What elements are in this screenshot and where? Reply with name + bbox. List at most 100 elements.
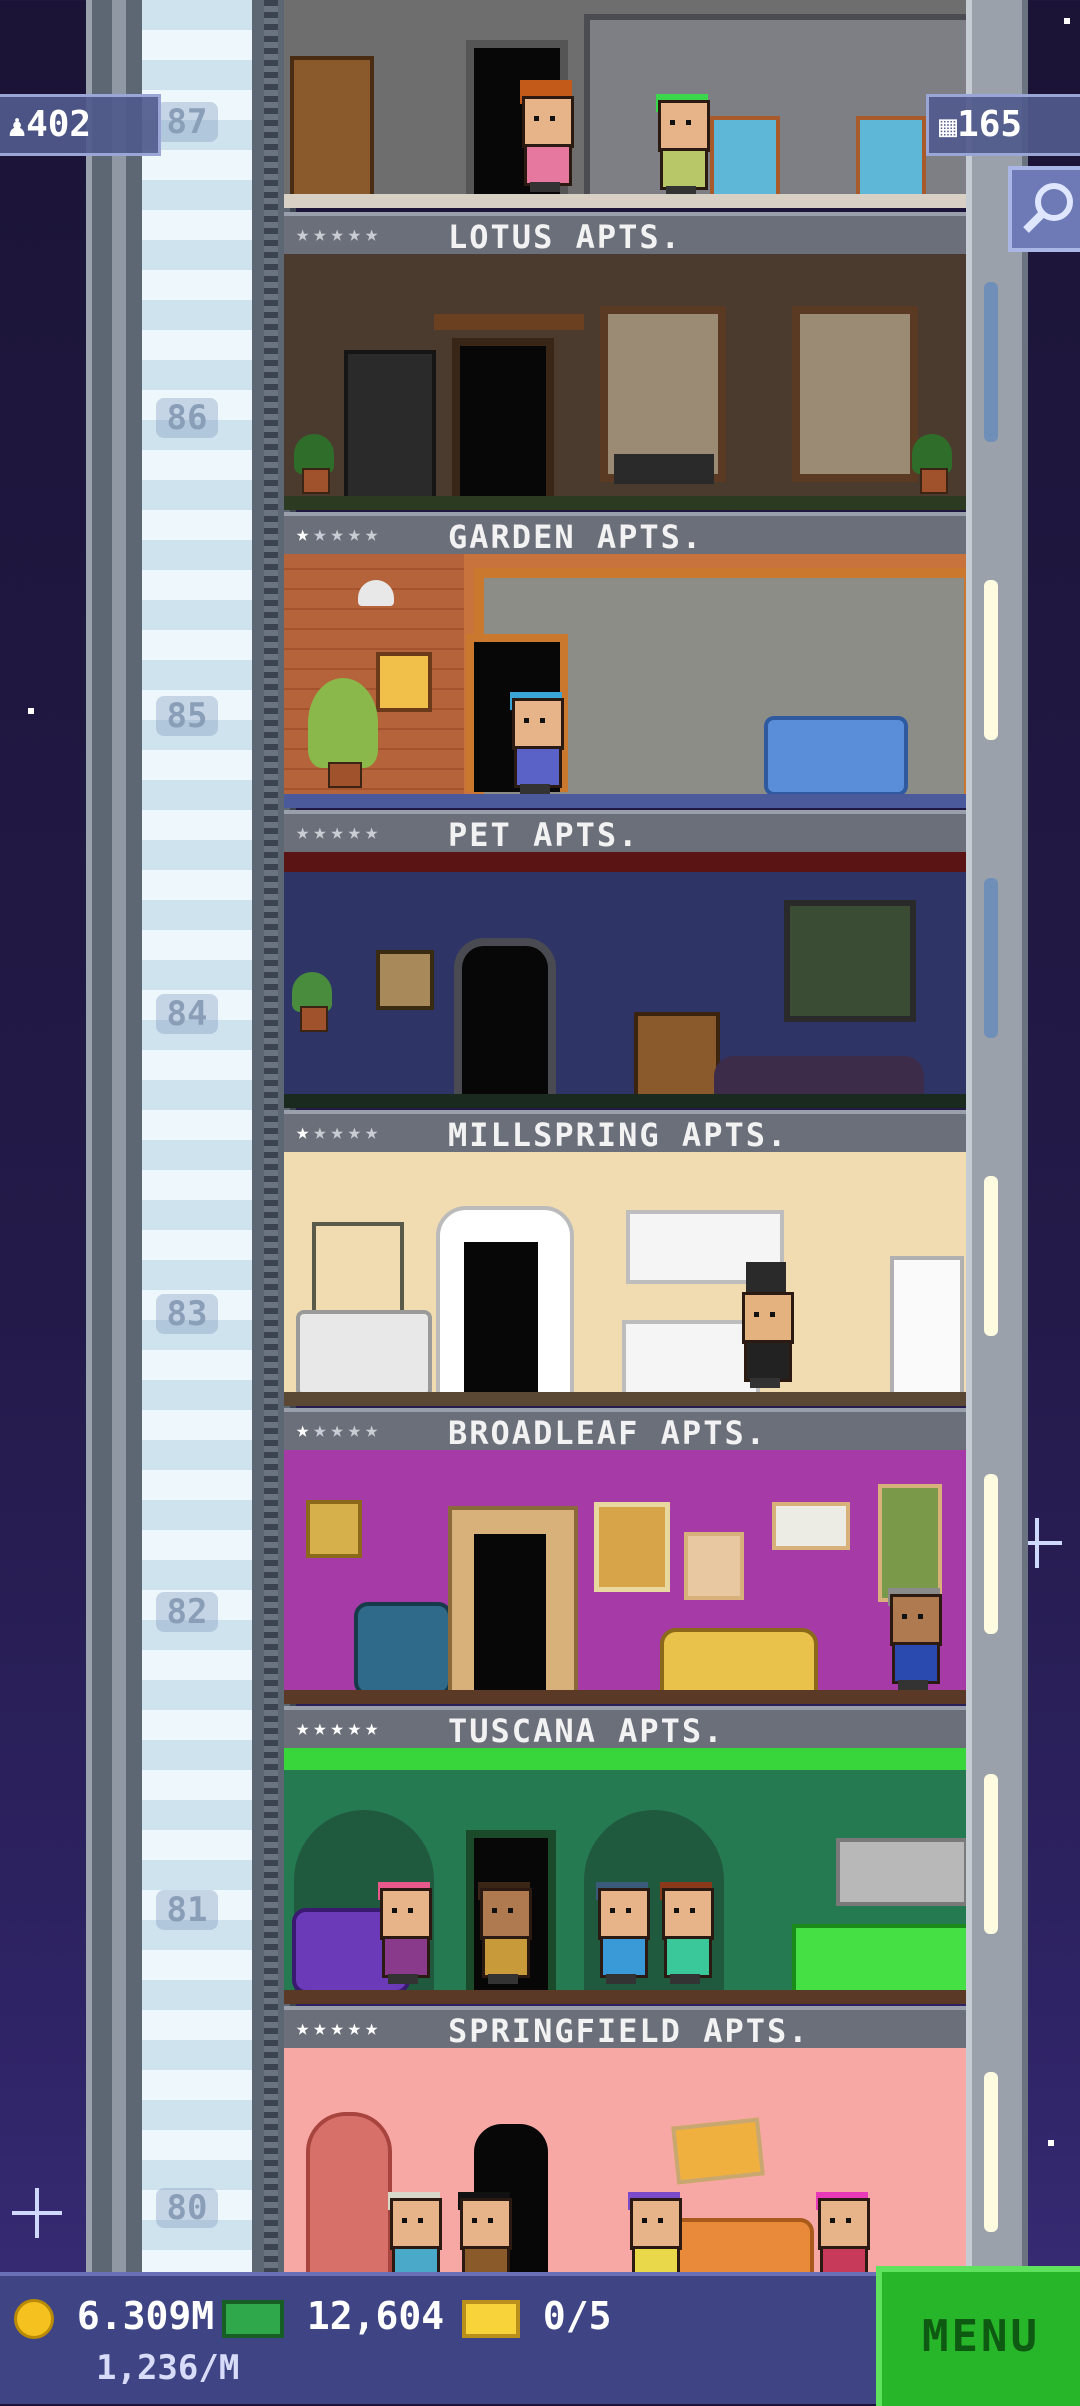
window-light	[984, 2072, 998, 2232]
floor-number: 82	[156, 1592, 218, 1632]
painting	[594, 1502, 670, 1592]
floor-label-bar[interactable]: ★★★★★ GARDEN APTS.	[284, 512, 966, 558]
menu-button[interactable]: MENU	[876, 2266, 1080, 2406]
floor-number: 86	[156, 398, 218, 438]
resident[interactable]	[592, 1882, 650, 1984]
aquarium-shelf	[784, 900, 916, 1022]
elevator-car-column	[142, 0, 252, 2272]
plant	[294, 434, 334, 494]
resident-wizard[interactable]	[736, 1262, 794, 1388]
floor-84[interactable]	[284, 852, 966, 1108]
low-table	[614, 454, 714, 484]
floor-label-bar[interactable]: ★★★★★ MILLSPRING APTS.	[284, 1110, 966, 1156]
coins-rate: 1,236/M	[96, 2348, 240, 2388]
doorway	[452, 338, 554, 496]
pet-bed	[714, 1056, 924, 1096]
painting	[772, 1502, 850, 1550]
coins-value: 6.309M	[76, 2294, 215, 2338]
kitchen-counter	[792, 1924, 966, 1994]
floor-80[interactable]	[284, 2048, 966, 2272]
star	[1064, 18, 1070, 24]
elevator-rail	[112, 0, 126, 2272]
ceiling-strip	[284, 852, 966, 872]
floor-name: BROADLEAF APTS.	[448, 1414, 767, 1452]
floor-label-bar[interactable]: ★★★★★ SPRINGFIELD APTS.	[284, 2006, 966, 2052]
elevator-shaft[interactable]	[86, 0, 296, 2272]
floor-name: TUSCANA APTS.	[448, 1712, 725, 1750]
coin-icon	[14, 2298, 54, 2339]
plant	[912, 434, 952, 494]
tickets-display[interactable]: 0/5	[462, 2294, 612, 2338]
wood-beam	[434, 314, 584, 330]
floor-82[interactable]	[284, 1450, 966, 1704]
floor-87[interactable]	[284, 0, 966, 208]
arched-door	[306, 2112, 392, 2272]
search-button[interactable]	[1008, 166, 1080, 252]
floor-label-bar[interactable]: ★★★★★ TUSCANA APTS.	[284, 1706, 966, 1752]
floor-name: SPRINGFIELD APTS.	[448, 2012, 810, 2050]
painting	[376, 950, 434, 1010]
doorway	[466, 1526, 554, 1698]
floor-number: 83	[156, 1294, 218, 1334]
resident[interactable]	[374, 1882, 432, 1984]
star-rating: ★★★★★	[296, 222, 383, 247]
armchair	[856, 116, 926, 204]
floor-83[interactable]	[284, 1152, 966, 1406]
floor-label-bar[interactable]: ★★★★★ LOTUS APTS.	[284, 212, 966, 258]
painting	[878, 1484, 942, 1602]
window-light	[984, 1774, 998, 1934]
floor-lamp	[306, 1500, 362, 1558]
floor-label-bar[interactable]: ★★★★★ PET APTS.	[284, 810, 966, 856]
floor-number: 87	[156, 102, 218, 142]
tickets-value: 0/5	[542, 2294, 612, 2338]
pet-cabinet	[634, 1012, 720, 1102]
resident[interactable]	[516, 80, 574, 192]
golden-ticket-icon	[462, 2299, 520, 2338]
resident[interactable]	[656, 1882, 714, 1984]
floor-number: 81	[156, 1890, 218, 1930]
resident[interactable]	[454, 2192, 512, 2272]
sofa	[764, 716, 908, 796]
painting	[376, 652, 432, 712]
floor-86[interactable]	[284, 254, 966, 510]
doorway	[456, 1234, 546, 1398]
tower-bux-icon	[222, 2299, 284, 2338]
elevator-cable	[264, 0, 278, 2272]
bux-value: 12,604	[306, 2294, 445, 2338]
sparkle-star	[12, 2188, 62, 2238]
armchair	[354, 1602, 452, 1696]
resident[interactable]	[652, 94, 710, 196]
star-rating: ★★★★★	[296, 2016, 383, 2041]
star-rating: ★★★★★	[296, 1120, 383, 1145]
floors-counter[interactable]: ▦165	[926, 94, 1080, 156]
bookshelf	[344, 350, 436, 508]
window-light	[984, 1176, 998, 1336]
plant	[308, 678, 378, 788]
kitchen-cabinets	[836, 1838, 966, 1906]
star-rating: ★★★★★	[296, 820, 383, 845]
resident[interactable]	[506, 692, 564, 794]
resident[interactable]	[624, 2192, 682, 2272]
floor-label-bar[interactable]: ★★★★★ BROADLEAF APTS.	[284, 1408, 966, 1454]
building-icon: ▦	[939, 109, 958, 144]
window-light	[984, 580, 998, 740]
resident[interactable]	[384, 2192, 442, 2272]
population-value: 402	[26, 104, 92, 145]
coins-display[interactable]: 6.309M	[14, 2294, 214, 2339]
floor-name: PET APTS.	[448, 816, 640, 854]
resident[interactable]	[474, 1882, 532, 1984]
doorway	[454, 938, 556, 1096]
star	[1048, 2140, 1054, 2146]
floor-81[interactable]	[284, 1748, 966, 2004]
window-light	[984, 1474, 998, 1634]
floor-number: 85	[156, 696, 218, 736]
floor-85[interactable]	[284, 554, 966, 808]
resident[interactable]	[812, 2192, 870, 2272]
population-counter[interactable]: ♟402	[0, 94, 161, 156]
bookshelf	[290, 56, 374, 204]
resident[interactable]	[884, 1588, 942, 1690]
floor-number: 84	[156, 994, 218, 1034]
bux-display[interactable]: 12,604	[222, 2294, 444, 2338]
painting	[684, 1532, 744, 1600]
window	[792, 306, 918, 482]
